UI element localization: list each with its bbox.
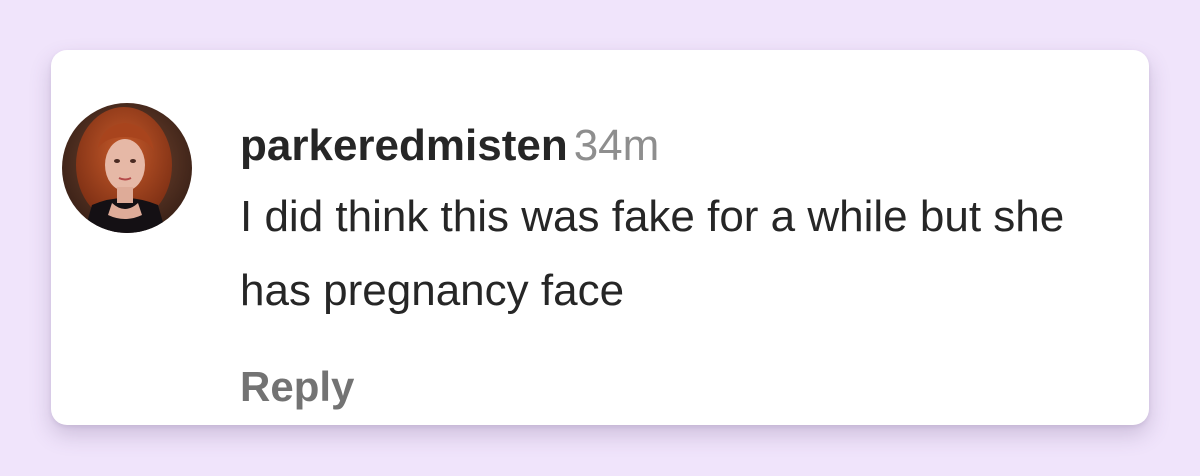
- comment-header: parkeredmisten 34m: [240, 120, 1129, 172]
- reply-button[interactable]: Reply: [240, 362, 354, 412]
- comment-timestamp: 34m: [573, 121, 660, 170]
- username-link[interactable]: parkeredmisten: [240, 121, 568, 170]
- avatar[interactable]: [62, 103, 192, 233]
- comment-text: I did think this was fake for a while bu…: [240, 192, 1065, 315]
- comment-card: parkeredmisten 34m I did think this was f…: [51, 50, 1149, 425]
- avatar-image: [62, 103, 192, 233]
- comment-content: parkeredmisten 34m I did think this was f…: [240, 120, 1129, 328]
